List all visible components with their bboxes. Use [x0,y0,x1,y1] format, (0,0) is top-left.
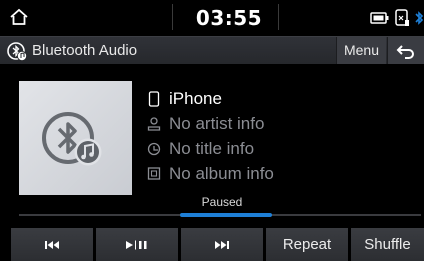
bluetooth-icon [415,11,424,25]
bluetooth-audio-icon [41,112,101,166]
menu-button[interactable]: Menu [336,37,386,64]
progress-fill [179,213,273,217]
previous-button[interactable] [11,228,93,261]
progress-bar[interactable] [19,213,421,217]
repeat-button[interactable]: Repeat [266,228,348,261]
page-title: Bluetooth Audio [32,42,138,59]
next-button[interactable] [181,228,263,261]
artist-icon [145,115,163,133]
album-icon [145,165,163,183]
status-divider [278,4,279,30]
bluetooth-audio-icon [7,42,27,61]
device-name: iPhone [169,89,222,108]
album-row: No album info [145,163,274,185]
artist-info: No artist info [169,114,265,133]
album-info: No album info [169,164,274,183]
back-arrow-icon [396,44,414,59]
shuffle-button[interactable]: Shuffle [351,228,424,261]
usb-icon [370,12,389,24]
title-row: No title info [145,138,254,160]
status-divider [172,4,173,30]
play-pause-button[interactable] [96,228,178,261]
playback-status: Paused [201,195,243,209]
status-icons [370,8,424,28]
artist-row: No artist info [145,113,264,135]
back-button[interactable] [387,37,424,64]
home-icon [10,8,28,25]
clock: 03:55 [195,6,263,30]
album-art [19,81,132,195]
phone-icon [145,90,163,108]
previous-track-icon [45,240,59,249]
now-playing-panel: iPhone No artist info No title info No a… [0,64,424,226]
home-button[interactable] [4,3,34,31]
song-title-icon [145,140,163,158]
play-pause-icon [126,240,147,249]
title-info: No title info [169,139,255,158]
phone-icon [395,9,409,26]
device-row: iPhone [145,88,222,110]
title-bar: Bluetooth Audio Menu [0,36,424,64]
status-bar: 03:55 [0,0,424,36]
playback-controls: Repeat Shuffle [0,228,424,261]
next-track-icon [215,240,229,249]
